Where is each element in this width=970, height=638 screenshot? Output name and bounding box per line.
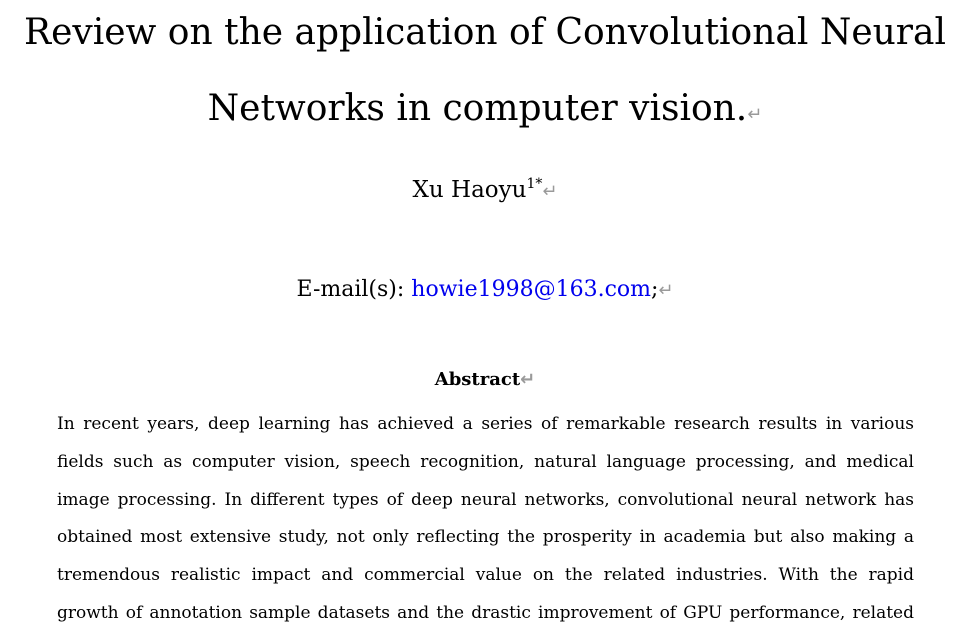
- abstract-line: tremendous realistic impact and commerci…: [57, 565, 914, 586]
- title-text-1: Review on the application of Convolution…: [23, 12, 946, 53]
- paragraph-mark-icon: ↵: [747, 104, 763, 125]
- paragraph-mark-icon: ↵: [542, 181, 558, 202]
- abstract-line: growth of annotation sample datasets and…: [57, 602, 914, 623]
- abstract-heading-text: Abstract: [434, 369, 521, 390]
- email-line: E-mail(s): howie1998@163.com;↵: [0, 275, 970, 306]
- email-label: E-mail(s):: [296, 277, 412, 302]
- abstract-line: image processing. In different types of …: [57, 489, 914, 510]
- paragraph-mark-icon: ↵: [520, 369, 536, 390]
- paper-title-line-2: Networks in computer vision.↵: [0, 89, 970, 135]
- author-affiliation-mark: 1*: [526, 176, 543, 192]
- paper-title-line-1: Review on the application of Convolution…: [0, 13, 970, 53]
- abstract-line: fields such as computer vision, speech r…: [57, 451, 914, 472]
- author-line: Xu Haoyu1*↵: [0, 175, 970, 207]
- document-page: Review on the application of Convolution…: [0, 0, 970, 638]
- abstract-line: obtained most extensive study, not only …: [57, 527, 914, 548]
- author-name: Xu Haoyu: [412, 177, 527, 203]
- abstract-line: In recent years, deep learning has achie…: [57, 414, 914, 434]
- email-link[interactable]: howie1998@163.com: [411, 277, 651, 302]
- paragraph-mark-icon: ↵: [658, 280, 674, 301]
- title-text-2: Networks in computer vision.: [207, 88, 748, 129]
- abstract-heading: Abstract↵: [0, 367, 970, 393]
- abstract-body: In recent years, deep learning has achie…: [57, 406, 914, 633]
